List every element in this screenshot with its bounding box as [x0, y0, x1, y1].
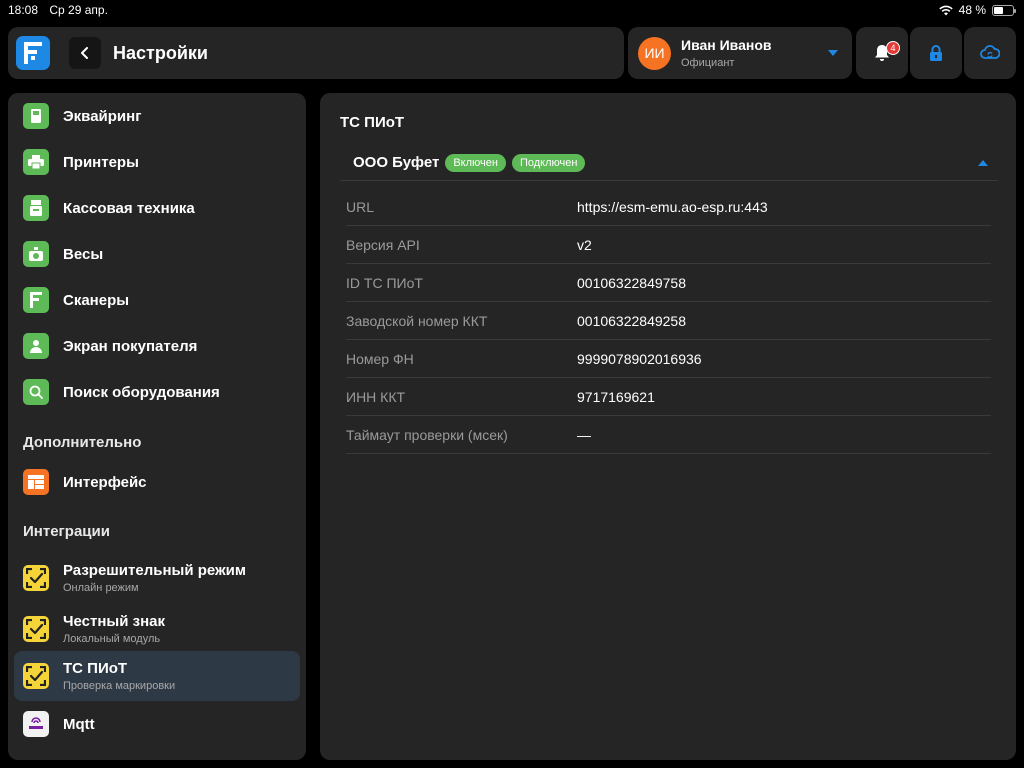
notifications-button[interactable]: 4: [856, 27, 908, 79]
detail-label: URL: [346, 198, 375, 215]
battery-level: [994, 6, 1003, 14]
detail-row-inn: ИНН ККТ 9717169621: [346, 378, 991, 416]
status-badge-enabled: Включен: [445, 153, 506, 172]
sidebar-item-printers[interactable]: Принтеры: [14, 139, 300, 185]
lock-button[interactable]: [910, 27, 962, 79]
sidebar-item-mqtt[interactable]: Mqtt: [14, 701, 300, 747]
status-badge-connected: Подключен: [511, 153, 586, 172]
header-bar: Настройки: [8, 27, 624, 79]
layout-icon: [23, 469, 49, 495]
sidebar-item-label: ТС ПИоТ: [63, 660, 128, 677]
avatar: ИИ: [638, 36, 671, 70]
cloud-sync-button[interactable]: [964, 27, 1016, 79]
detail-value: v2: [577, 236, 592, 253]
battery-percent: 48 %: [958, 3, 986, 17]
sidebar-item-label: Mqtt: [63, 715, 95, 733]
detail-value: 9717169621: [577, 388, 655, 405]
sidebar-item-sublabel: Онлайн режим: [63, 582, 139, 594]
sidebar-item-label: Честный знак: [63, 613, 165, 630]
detail-row-fn-number: Номер ФН 9999078902016936: [346, 340, 991, 378]
caret-down-icon: [828, 50, 838, 56]
detail-value: 00106322849758: [577, 274, 687, 291]
back-button[interactable]: [69, 37, 101, 69]
sidebar-item-label: Интерфейс: [63, 473, 147, 491]
terminal-icon: [23, 103, 49, 129]
detail-row-url: URL https://esm-emu.ao-esp.ru:443: [346, 188, 991, 226]
settings-sidebar: Эквайринг Принтеры Кассовая техника Весы…: [8, 93, 306, 760]
marking-icon: [23, 663, 49, 689]
sidebar-item-sublabel: Локальный модуль: [63, 633, 161, 645]
sidebar-item-scanners[interactable]: Сканеры: [14, 277, 300, 323]
detail-row-api-version: Версия API v2: [346, 226, 991, 264]
user-menu[interactable]: ИИ Иван Иванов Официант: [628, 27, 852, 79]
search-icon: [23, 379, 49, 405]
customer-screen-icon: [23, 333, 49, 359]
detail-row-ts-id: ID ТС ПИоТ 00106322849758: [346, 264, 991, 302]
section-title: ТС ПИоТ: [340, 114, 405, 131]
sidebar-item-cash-hardware[interactable]: Кассовая техника: [14, 185, 300, 231]
sidebar-item-customer-screen[interactable]: Экран покупателя: [14, 323, 300, 369]
logo-icon: [24, 42, 42, 64]
sidebar-item-device-search[interactable]: Поиск оборудования: [14, 369, 300, 415]
sidebar-item-ts-piot[interactable]: ТС ПИоТ Проверка маркировки: [14, 651, 300, 701]
sidebar-item-sublabel: Проверка маркировки: [63, 680, 176, 692]
marking-icon: [23, 565, 49, 591]
detail-label: ИНН ККТ: [346, 388, 406, 405]
sidebar-item-label: Сканеры: [63, 291, 130, 309]
sidebar-item-interface[interactable]: Интерфейс: [14, 459, 300, 505]
detail-label: Версия API: [346, 236, 420, 253]
lock-icon: [930, 45, 942, 61]
user-name: Иван Иванов: [681, 37, 772, 53]
org-name: ООО Буфет: [353, 154, 440, 171]
sidebar-item-label: Разрешительный режим: [63, 562, 246, 579]
app-logo: [16, 36, 50, 70]
scanner-icon: [23, 287, 49, 313]
detail-row-kkt-serial: Заводской номер ККТ 00106322849258: [346, 302, 991, 340]
chevron-left-icon: [81, 47, 88, 59]
detail-value: https://esm-emu.ao-esp.ru:443: [577, 198, 768, 215]
sidebar-item-label: Эквайринг: [63, 107, 142, 125]
main-content: ТС ПИоТ ООО Буфет Включен Подключен URL …: [320, 93, 1016, 760]
sidebar-item-label: Принтеры: [63, 153, 139, 171]
marking-icon: [23, 616, 49, 642]
status-date: Ср 29 апр.: [49, 3, 108, 17]
user-role: Официант: [681, 57, 735, 69]
sidebar-item-permissive-mode[interactable]: Разрешительный режим Онлайн режим: [14, 553, 300, 603]
notification-badge: 4: [886, 41, 900, 55]
detail-value: —: [577, 426, 591, 443]
printer-icon: [23, 149, 49, 175]
cloud-sync-icon: [980, 45, 1000, 59]
sidebar-item-chestny-znak[interactable]: Честный знак Локальный модуль: [14, 604, 300, 654]
sidebar-item-label: Весы: [63, 245, 104, 263]
detail-value: 00106322849258: [577, 312, 687, 329]
detail-label: Таймаут проверки (мсек): [346, 426, 508, 443]
detail-label: ID ТС ПИоТ: [346, 274, 423, 291]
battery-icon: [992, 4, 1016, 16]
detail-label: Заводской номер ККТ: [346, 312, 488, 329]
sidebar-item-label: Экран покупателя: [63, 337, 198, 355]
sidebar-item-acquiring[interactable]: Эквайринг: [14, 93, 300, 139]
section-heading-additional: Дополнительно: [23, 434, 142, 451]
org-header[interactable]: ООО Буфет Включен Подключен: [340, 145, 998, 181]
status-time: 18:08: [8, 3, 39, 17]
sidebar-item-scales[interactable]: Весы: [14, 231, 300, 277]
sidebar-item-label: Кассовая техника: [63, 199, 195, 217]
scales-icon: [23, 241, 49, 267]
sidebar-item-label: Поиск оборудования: [63, 383, 220, 401]
detail-row-timeout: Таймаут проверки (мсек) —: [346, 416, 991, 454]
detail-label: Номер ФН: [346, 350, 414, 367]
status-bar: 18:08 Ср 29 апр. 48 %: [0, 0, 1024, 20]
page-title: Настройки: [113, 42, 208, 63]
wifi-icon: [938, 5, 953, 15]
section-heading-integrations: Интеграции: [23, 523, 110, 540]
mqtt-icon: [23, 711, 49, 737]
caret-up-icon[interactable]: [978, 159, 988, 166]
cash-register-icon: [23, 195, 49, 221]
detail-value: 9999078902016936: [577, 350, 702, 367]
